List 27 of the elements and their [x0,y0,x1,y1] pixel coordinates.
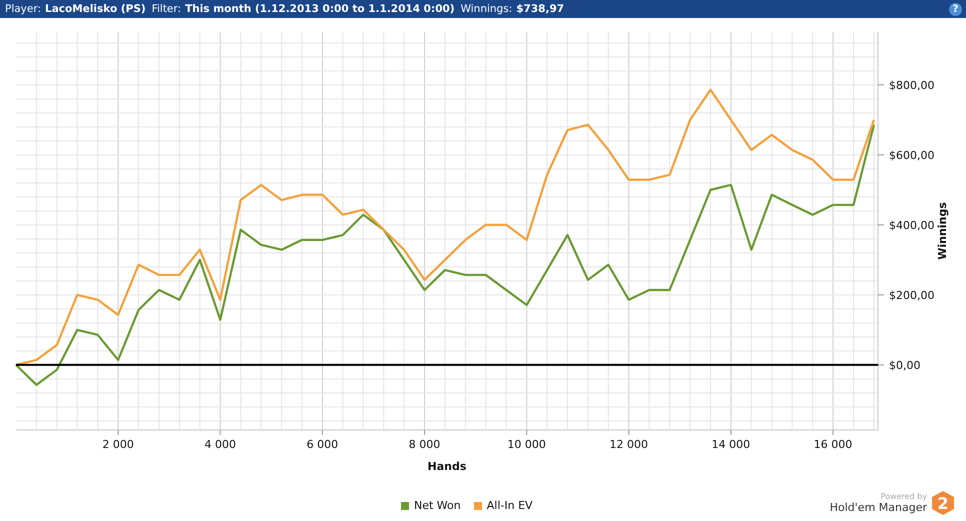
powered-by-caption: Powered by [880,492,927,501]
legend-label: All-In EV [486,499,533,512]
x-tick-label: 2 000 [102,438,134,451]
field-value: LacoMelisko (PS) [45,3,146,15]
help-button[interactable]: ? [949,2,962,16]
x-tick-label: 14 000 [712,438,750,451]
x-tick-label: 10 000 [507,438,546,451]
y-axis-title: Winnings [936,202,949,260]
y-tick-label: $600,00 [889,148,934,162]
x-tick-label: 16 000 [814,438,852,451]
field-label: Filter: [152,3,182,15]
x-axis-title: Hands [428,460,466,473]
logo-badge: 2 [932,491,954,515]
x-tick-label: 4 000 [204,438,236,451]
y-tick-label: $800,00 [889,78,934,92]
x-tick-label: 8 000 [408,438,440,451]
y-tick-label: $200,00 [889,288,934,302]
y-tick-label: $400,00 [889,218,934,232]
product-name: Hold'em Manager [830,501,927,514]
legend-label: Net Won [414,499,461,512]
x-tick-label: 6 000 [306,438,338,451]
field-label: Winnings: [460,3,512,15]
field-value: $738,97 [516,3,564,15]
field-value: This month (1.12.2013 0:00 to 1.1.2014 0:00) [185,3,455,15]
y-tick-label: $0,00 [889,358,920,372]
x-tick-label: 12 000 [610,438,648,451]
field-label: Player: [5,3,42,15]
